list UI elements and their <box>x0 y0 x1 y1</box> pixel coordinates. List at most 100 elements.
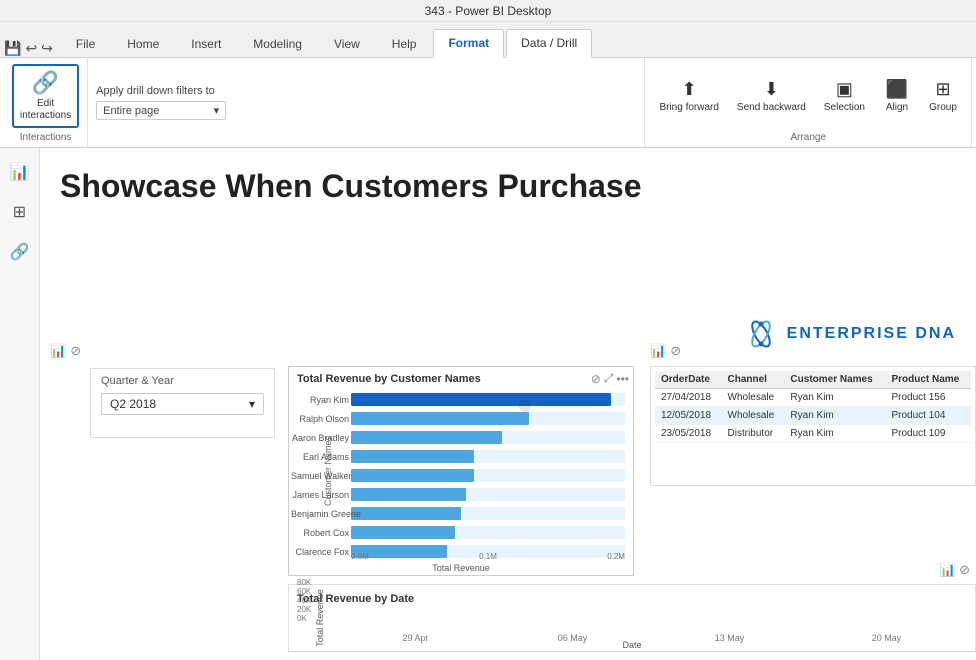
date-chart-header-icons-right: 📊 ⊘ <box>940 562 970 578</box>
left-sidebar: 📊 ⊞ 🔗 <box>0 148 40 660</box>
drill-filter-dropdown[interactable]: Entire page ▾ <box>96 101 226 120</box>
bar-row-james: James Larson <box>351 486 625 503</box>
bar-label-8: Clarence Fox <box>291 547 349 557</box>
bar-fill-3 <box>351 450 474 463</box>
slicer-value-dropdown[interactable]: Q2 2018 ▾ <box>101 393 264 415</box>
col-header-customer: Customer Names <box>784 371 885 389</box>
bar-label-6: Benjamin Greene <box>291 509 349 519</box>
bar-chart-filter-icon[interactable]: ⊘ <box>591 372 601 386</box>
page-title: Showcase When Customers Purchase <box>60 168 956 205</box>
selection-label: Selection <box>824 102 865 113</box>
bar-chart-more-icon[interactable]: ••• <box>616 372 629 386</box>
date-chart-slash-icon: ⊘ <box>959 562 970 578</box>
align-label: Align <box>886 102 908 113</box>
data-table: OrderDate Channel Customer Names Product… <box>655 371 971 443</box>
table-header-icons: 📊 ⊘ <box>650 343 681 359</box>
date-x-axis-label: Date <box>289 640 975 650</box>
sidebar-icon-model[interactable]: 🔗 <box>6 238 34 266</box>
bar-label-0: Ryan Kim <box>291 395 349 405</box>
cell-date-0: 27/04/2018 <box>655 389 722 407</box>
bring-forward-icon: ⬆ <box>682 79 697 100</box>
cell-customer-2: Ryan Kim <box>784 425 885 443</box>
bar-fill-4 <box>351 469 474 482</box>
quick-access-redo[interactable]: ↪ <box>41 40 53 57</box>
sidebar-icon-data[interactable]: ⊞ <box>6 198 34 226</box>
bar-row-ryan-kim: Ryan Kim <box>351 391 625 408</box>
y-tick-3: 60K <box>297 587 311 596</box>
send-backward-button[interactable]: ⬇ Send backward <box>731 75 812 118</box>
bar-label-4: Samuel Walker <box>291 471 349 481</box>
bar-fill-5 <box>351 488 466 501</box>
bring-forward-label: Bring forward <box>659 102 718 114</box>
bar-label-5: James Larson <box>291 490 349 500</box>
bring-forward-button[interactable]: ⬆ Bring forward <box>653 75 724 118</box>
table-bar-icon: 📊 <box>650 343 666 359</box>
date-chart-bar-icon: 📊 <box>940 562 956 578</box>
cell-channel-2: Distributor <box>722 425 785 443</box>
table-row: 27/04/2018 Wholesale Ryan Kim Product 15… <box>655 389 971 407</box>
table-row: 12/05/2018 Wholesale Ryan Kim Product 10… <box>655 407 971 425</box>
cell-date-2: 23/05/2018 <box>655 425 722 443</box>
quick-access-save[interactable]: 💾 <box>4 40 21 57</box>
date-y-ticks: 0K 20K 40K 60K 80K <box>297 613 311 623</box>
bar-label-7: Robert Cox <box>291 528 349 538</box>
window-title: 343 - Power BI Desktop <box>425 4 552 18</box>
y-tick-2: 40K <box>297 596 311 605</box>
cell-product-1: Product 104 <box>885 407 971 425</box>
table-row: 23/05/2018 Distributor Ryan Kim Product … <box>655 425 971 443</box>
tab-data-drill[interactable]: Data / Drill <box>506 29 592 58</box>
interactions-group-label: Interactions <box>20 130 72 143</box>
bar-fill-6 <box>351 507 461 520</box>
arrange-group: ⬆ Bring forward ⬇ Send backward ▣ Select… <box>645 58 972 147</box>
bar-label-2: Aaron Bradley <box>291 433 349 443</box>
slicer-title: Quarter & Year <box>101 375 264 387</box>
align-icon: ⬛ <box>886 79 908 100</box>
bar-chart-x-ticks: 0.0M 0.1M 0.2M <box>351 552 625 561</box>
tab-view[interactable]: View <box>319 30 375 57</box>
tab-insert[interactable]: Insert <box>176 30 236 57</box>
cell-channel-0: Wholesale <box>722 389 785 407</box>
arrange-group-content: ⬆ Bring forward ⬇ Send backward ▣ Select… <box>653 62 963 130</box>
edit-interactions-button[interactable]: 🔗 Editinteractions <box>12 64 79 128</box>
cell-customer-0: Ryan Kim <box>784 389 885 407</box>
y-tick-1: 20K <box>297 605 311 614</box>
date-bars-area <box>337 613 965 623</box>
x-tick-0: 0.0M <box>351 552 369 561</box>
slicer-selected-value: Q2 2018 <box>110 397 156 411</box>
x-tick-1: 0.1M <box>479 552 497 561</box>
bar-chart-x-label: Total Revenue <box>289 563 633 573</box>
tab-help[interactable]: Help <box>377 30 432 57</box>
main-canvas: Showcase When Customers Purchase ENTERPR… <box>40 148 976 660</box>
col-header-channel: Channel <box>722 371 785 389</box>
selection-icon: ▣ <box>836 79 853 100</box>
bar-row-aaron: Aaron Bradley <box>351 429 625 446</box>
bar-label-1: Ralph Olson <box>291 414 349 424</box>
group-button[interactable]: ⊞ Group <box>923 75 963 117</box>
bar-row-robert: Robert Cox <box>351 524 625 541</box>
col-header-product: Product Name <box>885 371 971 389</box>
cell-customer-1: Ryan Kim <box>784 407 885 425</box>
align-button[interactable]: ⬛ Align <box>877 75 917 117</box>
y-tick-4: 80K <box>297 578 311 587</box>
slicer-header-icons: 📊 ⊘ <box>50 343 81 359</box>
tab-file[interactable]: File <box>61 30 110 57</box>
drill-area: Apply drill down filters to Entire page … <box>88 58 645 147</box>
sidebar-icon-report[interactable]: 📊 <box>6 158 34 186</box>
tab-home[interactable]: Home <box>112 30 174 57</box>
bar-chart-expand-icon[interactable]: ⤢ <box>604 371 614 386</box>
bar-label-3: Earl Adams <box>291 452 349 462</box>
bar-row-ralph: Ralph Olson <box>351 410 625 427</box>
selection-button[interactable]: ▣ Selection <box>818 75 871 117</box>
bar-chart-controls: ⊘ ⤢ ••• <box>591 371 629 386</box>
quick-access-undo[interactable]: ↩ <box>25 40 37 57</box>
col-header-orderdate: OrderDate <box>655 371 722 389</box>
send-backward-icon: ⬇ <box>764 79 779 100</box>
tab-format[interactable]: Format <box>433 29 504 58</box>
title-bar: 343 - Power BI Desktop <box>0 0 976 22</box>
table-visual: OrderDate Channel Customer Names Product… <box>650 366 976 486</box>
tab-modeling[interactable]: Modeling <box>238 30 317 57</box>
date-chart-title: Total Revenue by Date <box>297 593 967 605</box>
group-icon: ⊞ <box>935 79 950 100</box>
logo-area: ENTERPRISE DNA <box>743 316 956 352</box>
enterprise-dna-logo-icon <box>743 316 779 352</box>
